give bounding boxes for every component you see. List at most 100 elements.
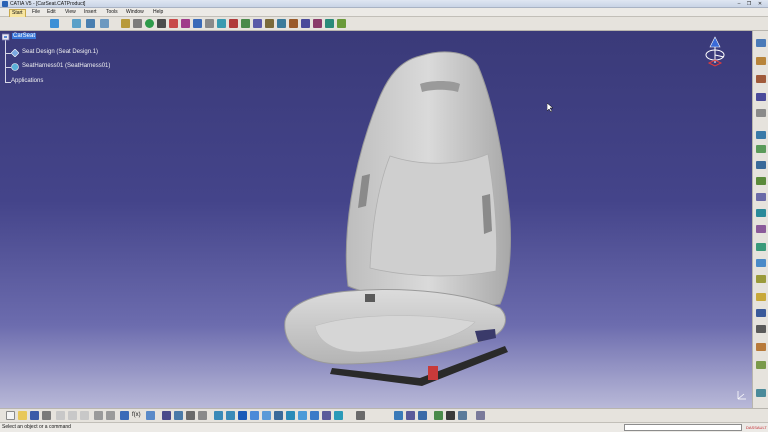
tool-icon[interactable] [121,19,130,28]
offset-icon[interactable] [205,19,214,28]
analysis-icon[interactable] [756,361,766,369]
menu-help[interactable]: Help [151,8,165,17]
connector-icon[interactable] [756,177,766,185]
product-structure-icon[interactable] [756,75,766,83]
component-icon[interactable] [756,93,766,101]
close-icon[interactable]: ✕ [756,1,764,7]
update-icon[interactable] [145,19,154,28]
bom-icon[interactable] [301,19,310,28]
tree-root-label[interactable]: CarSeat [12,33,37,39]
branch-point-icon[interactable] [756,225,766,233]
distance-icon[interactable] [289,19,298,28]
tree-node-applications[interactable]: Applications [11,78,43,84]
tree-node-seatharness[interactable]: SeatHarness01 (SeatHarness01) [22,63,110,69]
fit-all-icon[interactable] [174,411,183,420]
check-icon[interactable] [756,325,766,333]
constraint-icon[interactable] [169,19,178,28]
scene-icon[interactable] [241,19,250,28]
harness-icon[interactable] [11,63,19,71]
explode-icon[interactable] [253,19,262,28]
car-seat-model[interactable] [270,46,530,391]
contact-icon[interactable] [229,19,238,28]
minimize-icon[interactable]: – [735,1,743,7]
command-input[interactable] [624,424,742,431]
report-icon[interactable] [756,343,766,351]
manage-icon[interactable] [86,19,95,28]
wire-icon[interactable] [756,259,766,267]
annotation-icon[interactable] [313,19,322,28]
part-icon[interactable] [10,48,20,58]
section-icon[interactable] [277,19,286,28]
menu-window[interactable]: Window [124,8,146,17]
multi-view-icon[interactable] [250,411,259,420]
properties-icon[interactable] [476,411,485,420]
open-icon[interactable] [18,411,27,420]
menu-edit[interactable]: Edit [45,8,58,17]
clash-icon[interactable] [265,19,274,28]
capture-icon[interactable] [406,411,415,420]
tree-node-root[interactable]: CarSeat [12,33,37,39]
knowledge-icon[interactable] [146,411,155,420]
product-icon[interactable] [50,19,59,28]
inertia-icon[interactable] [458,411,467,420]
tree-node-seat-design[interactable]: Seat Design (Seat Design.1) [22,49,98,55]
bundle-icon[interactable] [756,145,766,153]
library-icon[interactable] [337,19,346,28]
menu-view[interactable]: View [63,8,78,17]
undo-icon[interactable] [94,411,103,420]
measure-icon[interactable] [133,19,142,28]
product-root-icon[interactable] [1,33,10,41]
hide-show-icon[interactable] [286,411,295,420]
annotation-tool-icon[interactable] [756,309,766,317]
print-icon[interactable] [42,411,51,420]
swap-space-icon[interactable] [298,411,307,420]
length-icon[interactable] [756,275,766,283]
menu-file[interactable]: File [30,8,42,17]
restore-icon[interactable]: ❐ [745,1,753,7]
material-icon[interactable] [434,411,443,420]
segment-icon[interactable] [756,161,766,169]
3d-viewport[interactable]: CarSeat Seat Design (Seat Design.1) Seat… [0,31,752,408]
normal-view-icon[interactable] [238,411,247,420]
catalog-icon[interactable] [325,19,334,28]
rotate-icon[interactable] [198,411,207,420]
zoom-out-icon[interactable] [226,411,235,420]
iso-view-icon[interactable] [262,411,271,420]
copy-icon[interactable] [68,411,77,420]
pan-icon[interactable] [186,411,195,420]
flatten-icon[interactable] [756,243,766,251]
whats-this-icon[interactable] [120,411,129,420]
new-icon[interactable] [6,411,15,420]
fix-icon[interactable] [181,19,190,28]
menu-insert[interactable]: Insert [82,8,99,17]
snapshot-icon[interactable] [394,411,403,420]
camera-icon[interactable] [356,411,365,420]
options-icon[interactable] [756,389,766,397]
shading-icon[interactable] [274,411,283,420]
clip-icon[interactable] [756,293,766,301]
catalog-browser-icon[interactable] [756,57,766,65]
zoom-in-icon[interactable] [214,411,223,420]
save-icon[interactable] [30,411,39,420]
protection-icon[interactable] [756,209,766,217]
depth-effect-icon[interactable] [322,411,331,420]
menu-tools[interactable]: Tools [104,8,120,17]
lighting-icon[interactable] [334,411,343,420]
paste-icon[interactable] [80,411,89,420]
render-style-icon[interactable] [310,411,319,420]
snap-icon[interactable] [157,19,166,28]
compass-icon[interactable] [700,35,730,71]
load-icon[interactable] [72,19,81,28]
redo-icon[interactable] [106,411,115,420]
harness-route-icon[interactable] [756,131,766,139]
publish-icon[interactable] [100,19,109,28]
angle-icon[interactable] [217,19,226,28]
support-icon[interactable] [756,193,766,201]
assembly-icon[interactable] [756,39,766,47]
measure-between-icon[interactable] [446,411,455,420]
coincidence-icon[interactable] [193,19,202,28]
cut-icon[interactable] [56,411,65,420]
record-icon[interactable] [418,411,427,420]
formula-button[interactable]: f(x) [132,411,141,420]
insert-component-icon[interactable] [756,109,766,117]
